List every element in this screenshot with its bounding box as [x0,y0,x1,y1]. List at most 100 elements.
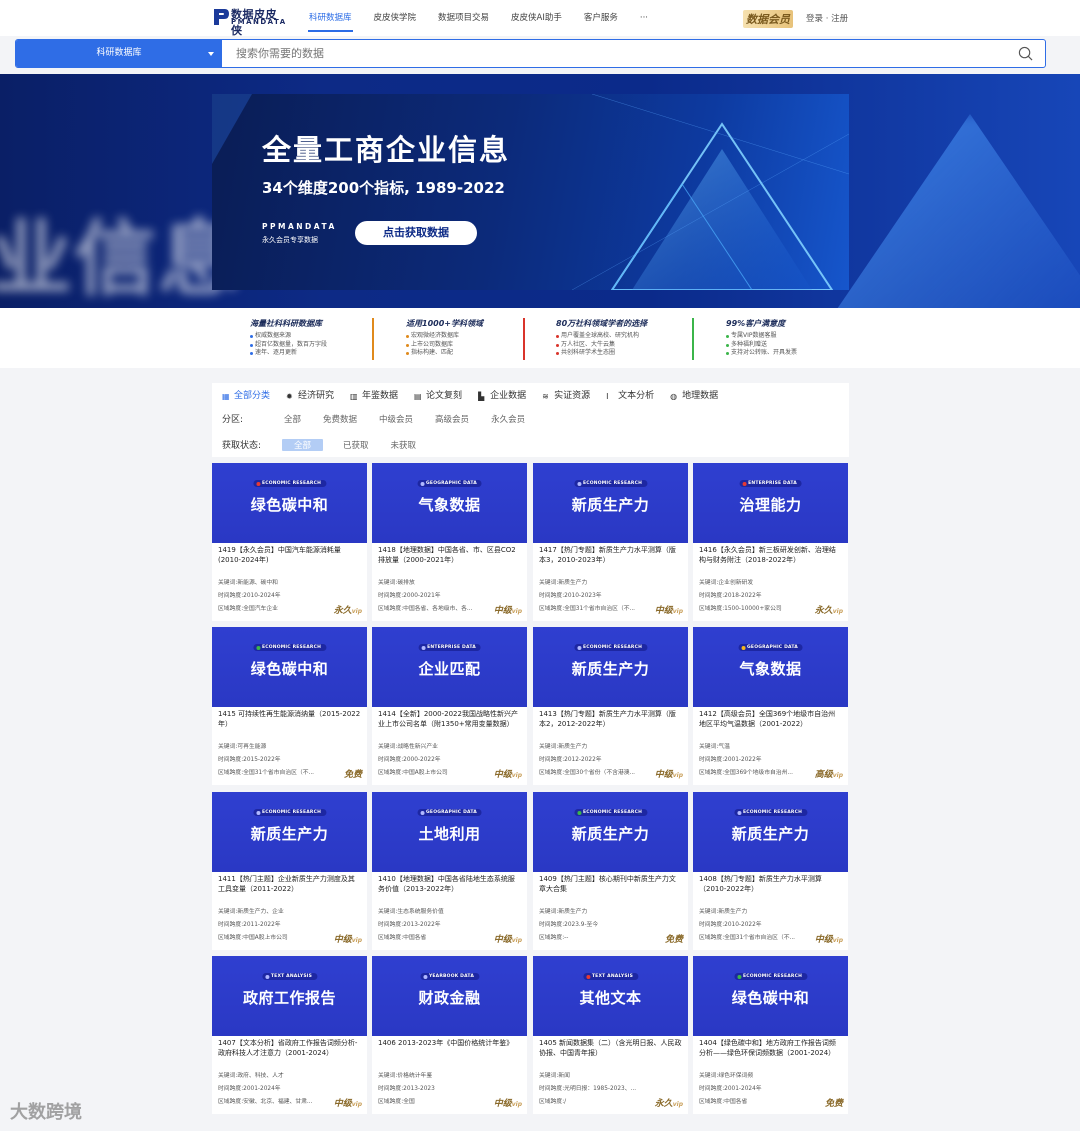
feature-block: 80万社科领域学者的选择 用户覆盖全球高校、研究机构 万人社区、大牛云集 共创科研学术… [556,318,696,358]
card-time-span: 时间跨度:2010-2024年 [218,590,328,599]
dataset-card[interactable]: ECONOMIC RESEARCH 新质生产力 1411【热门主题】企业新质生产力测… [212,792,367,950]
filter-option[interactable]: 中级会员 [377,413,415,425]
status-filter-label: 获取状态: [222,441,262,451]
region-label: 区域跨度: [699,770,725,776]
time-label: 时间跨度: [218,1086,244,1092]
dataset-card[interactable]: ECONOMIC RESEARCH 绿色碳中和 1404【绿色碳中和】地方政府工作报… [693,956,848,1114]
card-tag: TEXT ANALYSIS [261,973,318,980]
dataset-card[interactable]: ECONOMIC RESEARCH 新质生产力 1413【热门专题】新质生产力水平测… [533,627,688,785]
dataset-card[interactable]: ECONOMIC RESEARCH 新质生产力 1409【热门主题】核心期刊中新质生… [533,792,688,950]
feature-divider [372,318,374,360]
tab-category[interactable]: ✹ 经济研究 [286,388,334,404]
region-label: 区域跨度: [218,935,244,941]
region-label: 区域跨度: [699,606,725,612]
time-label: 时间跨度: [539,922,565,928]
dataset-card[interactable]: ECONOMIC RESEARCH 新质生产力 1408【热门专题】新质生产力水平测… [693,792,848,950]
card-thumbnail: ECONOMIC RESEARCH 新质生产力 [212,792,367,872]
membership-badge: 中级vip [815,932,843,945]
top-nav: 数据皮皮侠 PMANDATA 科研数据库 皮皮侠学院 数据项目交易 皮皮侠AI助手 客户… [0,0,1080,37]
badge-text: 中级 [493,606,512,616]
card-title: 1411【热门主题】企业新质生产力测度及其工具变量（2011-2022） [218,875,355,893]
search-input[interactable] [236,44,996,63]
search-icon[interactable] [1018,46,1033,61]
keyword-value: 战略性新兴产业 [397,744,438,750]
keyword-value: 新质生产力 [718,909,748,915]
login-link[interactable]: 登录 [806,14,823,24]
filter-option[interactable]: 高级会员 [433,413,471,425]
region-value: 中国A股上市公司 [403,770,448,776]
card-time-span: 时间跨度:2023.9-至今 [539,919,649,928]
keyword-value: 新质生产力 [558,580,588,586]
hero-background-decoration [820,114,1080,308]
filter-option[interactable]: 永久会员 [489,413,527,425]
vip-member-link[interactable]: 数据会员 [743,10,793,28]
card-time-span: 时间跨度:2018-2022年 [699,590,809,599]
tab-category[interactable]: ◍ 地理数据 [670,388,718,404]
feature-item: 支持对公转账、开具发票 [726,349,866,358]
dataset-card[interactable]: TEXT ANALYSIS 政府工作报告 1407【文本分析】省政府工作报告词频分析… [212,956,367,1114]
membership-badge: 免费 [344,767,362,780]
filter-option[interactable]: 免费数据 [321,413,359,425]
card-time-span: 时间跨度:2000-2021年 [378,590,488,599]
site-logo[interactable]: 数据皮皮侠 PMANDATA [212,6,285,37]
dataset-card[interactable]: ECONOMIC RESEARCH 绿色碳中和 1419【永久会员】中国汽车能源消耗… [212,463,367,621]
keyword-value: 新质生产力 [558,909,588,915]
nav-item[interactable]: 科研数据库 [298,0,363,36]
membership-badge: 永久vip [655,1096,683,1109]
layers-icon: ≋ [542,391,549,401]
tab-category[interactable]: ≋ 实证资源 [542,388,590,404]
card-region-span: 区域跨度:中国各省 [699,1096,809,1105]
card-time-span: 时间跨度:2013-2023 [378,1083,488,1092]
card-keyword: 关键词:新质生产力 [539,741,649,750]
hero-banner[interactable]: 全量工商企业信息 34个维度200个指标, 1989-2022 PPMANDAT… [212,94,849,290]
dataset-card[interactable]: ENTERPRISE DATA 企业匹配 1414【全新】2000-2022我国战略… [372,627,527,785]
dataset-card[interactable]: GEOGRAPHIC DATA 气象数据 1418【地理数据】中国各省、市、区县CO… [372,463,527,621]
nav-item[interactable]: 数据项目交易 [427,0,500,36]
dataset-card[interactable]: ECONOMIC RESEARCH 新质生产力 1417【热门专题】新质生产力水平测… [533,463,688,621]
filter-option[interactable]: 全部 [282,413,303,425]
card-title: 1414【全新】2000-2022我国战略性新兴产业上市公司名单（附1350+常… [378,710,518,728]
time-label: 时间跨度: [378,593,404,599]
tab-label: 企业数据 [490,391,527,401]
nav-item[interactable]: 客户服务 [573,0,629,36]
membership-badge: 永久vip [815,603,843,616]
feature-item: 上市公司数据库 [406,341,546,350]
nav-item[interactable]: 皮皮侠学院 [363,0,428,36]
card-thumbnail-title: 气象数据 [418,496,481,514]
card-time-span: 时间跨度:2012-2022年 [539,754,649,763]
filter-option[interactable]: 已获取 [341,439,371,451]
nav-item[interactable]: ··· [629,0,659,36]
get-data-button[interactable]: 点击获取数据 [355,221,477,245]
dataset-card[interactable]: GEOGRAPHIC DATA 土地利用 1410【地理数据】中国各省陆地生态系统服… [372,792,527,950]
keyword-value: 新质生产力 [558,744,588,750]
badge-sub: vip [511,608,522,615]
card-thumbnail: ENTERPRISE DATA 企业匹配 [372,627,527,707]
dataset-card[interactable]: ECONOMIC RESEARCH 绿色碳中和 1415 可持续性再生能源消纳量（2… [212,627,367,785]
filter-option[interactable]: 未获取 [389,439,419,451]
tab-category[interactable]: ▦ 全部分类 [222,388,270,404]
register-link[interactable]: 注册 [831,14,848,24]
keyword-label: 关键词: [218,580,238,586]
tab-category[interactable]: I 文本分析 [606,388,654,404]
time-value: 2015-2022年 [243,757,281,763]
dataset-card[interactable]: ENTERPRISE DATA 治理能力 1416【永久会员】新三板研发创新、治理结… [693,463,848,621]
feature-block: 99%客户满意度 专属VIP数据客服 多种福利赠送 支持对公转账、开具发票 [726,318,866,358]
dataset-card[interactable]: GEOGRAPHIC DATA 气象数据 1412【高级会员】全国369个地级市自治… [693,627,848,785]
filter-option[interactable]: 全部 [282,438,324,451]
nav-item[interactable]: 皮皮侠AI助手 [500,0,573,36]
card-tag: ECONOMIC RESEARCH [252,480,327,487]
card-region-span: 区域跨度:全国30个省份（不含港澳... [539,767,649,776]
card-thumbnail: ECONOMIC RESEARCH 新质生产力 [533,792,688,872]
card-thumbnail-title: 新质生产力 [571,660,650,678]
tab-category[interactable]: ▥ 年鉴数据 [350,388,398,404]
building-icon: ▙ [478,391,485,401]
dataset-card[interactable]: TEXT ANALYSIS 其他文本 1405 新闻数据集（二）（含光明日报、人民政… [533,956,688,1114]
tab-category[interactable]: ▙ 企业数据 [478,388,526,404]
tab-category[interactable]: ▤ 论文复刻 [414,388,462,404]
membership-badge: 免费 [825,1096,843,1109]
dataset-card[interactable]: YEARBOOK DATA 财政金融 1406 2013-2023年《中国价格统计年… [372,956,527,1114]
search-category-select[interactable]: 科研数据库 [16,40,222,67]
badge-text: 永久 [814,606,833,616]
feature-item: 专属VIP数据客服 [726,332,866,341]
card-title: 1418【地理数据】中国各省、市、区县CO2排放量（2000-2021年） [378,546,516,564]
